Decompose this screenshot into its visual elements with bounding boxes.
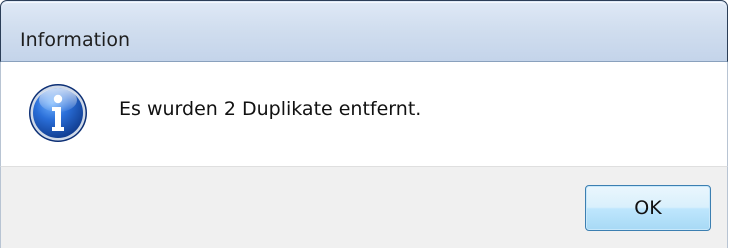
dialog-title: Information [20,29,130,51]
information-icon [27,82,89,144]
title-bar[interactable]: Information [0,0,728,62]
ok-button[interactable]: OK [585,185,711,231]
dialog-message: Es wurden 2 Duplikate entfernt. [119,98,422,120]
information-dialog: Information Es wurden 2 Duplikate entfer… [0,0,730,248]
message-area: Es wurden 2 Duplikate entfernt. [0,62,728,166]
button-bar: OK [0,166,728,248]
